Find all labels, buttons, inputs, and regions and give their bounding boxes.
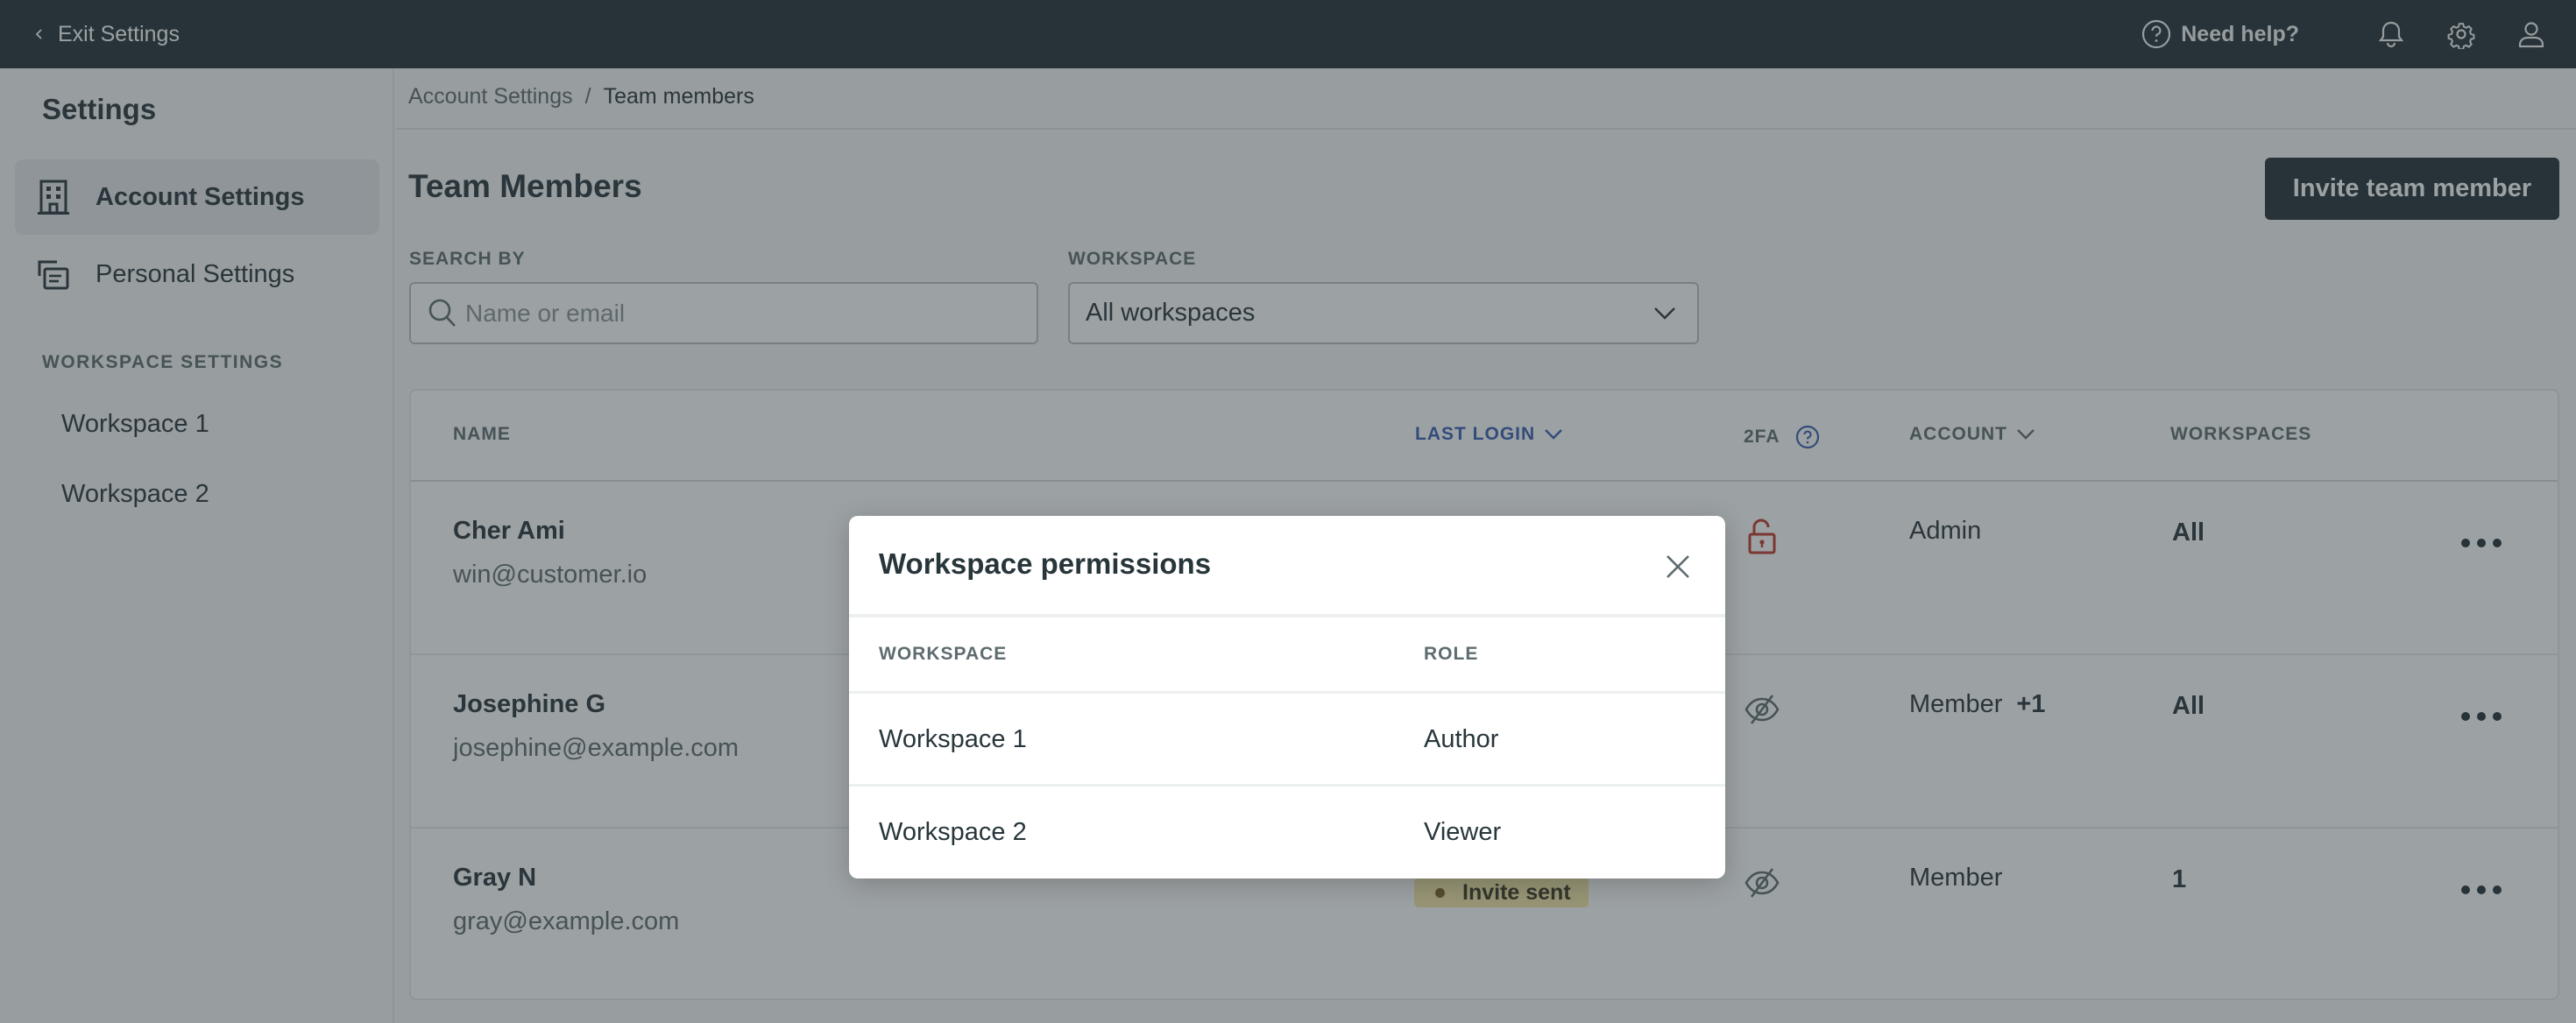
modal-header-divider — [849, 614, 1725, 617]
permission-workspace: Workspace 2 — [879, 818, 1027, 846]
workspace-permissions-modal: Workspace permissions WORKSPACE ROLE Wor… — [849, 516, 1725, 878]
permission-row: Workspace 2 Viewer — [849, 784, 1725, 877]
modal-column-role: ROLE — [1424, 644, 1479, 664]
permission-role: Author — [1424, 725, 1499, 753]
modal-column-workspace: WORKSPACE — [879, 644, 1008, 664]
permission-role: Viewer — [1424, 818, 1502, 846]
modal-title: Workspace permissions — [879, 547, 1212, 580]
permission-workspace: Workspace 1 — [879, 725, 1027, 753]
modal-close-button[interactable] — [1662, 551, 1694, 582]
permission-row: Workspace 1 Author — [849, 691, 1725, 784]
close-icon — [1667, 555, 1689, 578]
